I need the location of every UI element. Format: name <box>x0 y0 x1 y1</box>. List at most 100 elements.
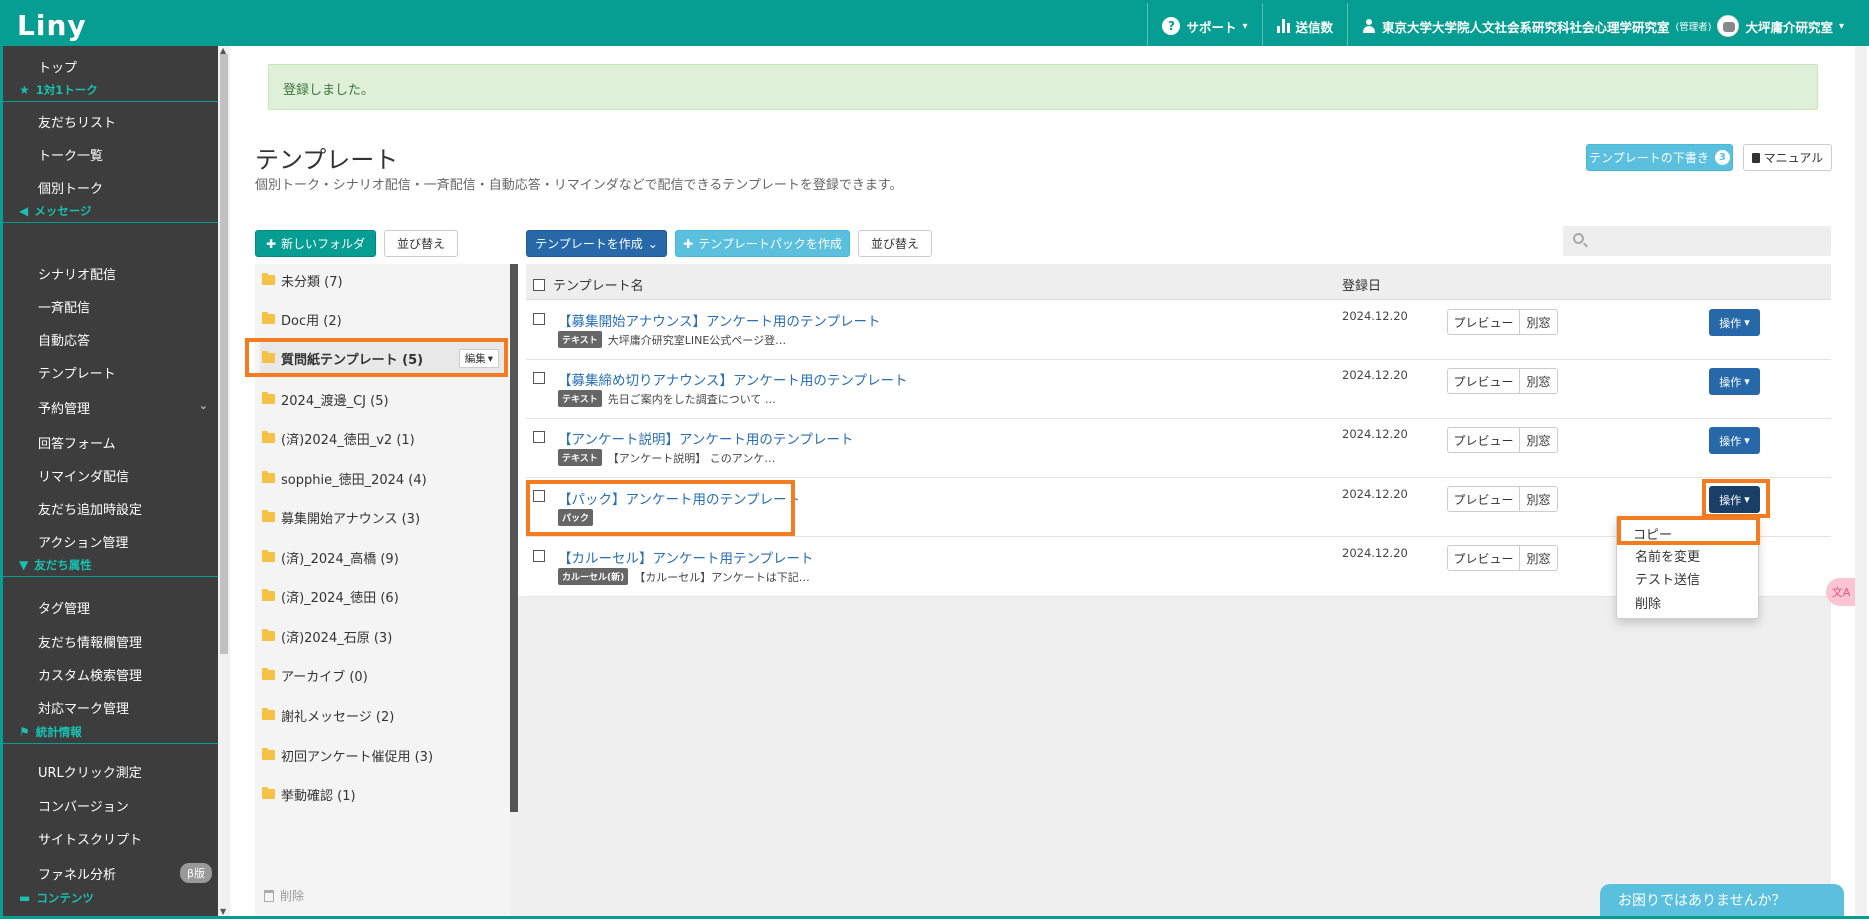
sidebar-item-funnel[interactable]: ファネル分析 <box>38 864 116 883</box>
operate-button[interactable]: 操作 ▾ <box>1709 368 1760 395</box>
row-checkbox[interactable] <box>533 550 545 562</box>
folder-item[interactable]: (済)_2024_高橋 (9) <box>260 539 505 575</box>
sidebar-item-custom-search[interactable]: カスタム検索管理 <box>38 665 142 684</box>
row-checkbox[interactable] <box>533 372 545 384</box>
sidebar-item-mark[interactable]: 対応マーク管理 <box>38 698 129 717</box>
preview-button[interactable]: プレビュー <box>1447 545 1520 571</box>
folder-item[interactable]: Doc用 (2) <box>260 301 505 337</box>
preview-button[interactable]: プレビュー <box>1447 486 1520 512</box>
popup-button[interactable]: 別窓 <box>1520 427 1558 453</box>
page-scrollbar[interactable] <box>1855 46 1867 916</box>
template-title-link[interactable]: 【パック】アンケート用のテンプレート <box>558 488 800 508</box>
folder-item[interactable]: 初回アンケート催促用 (3) <box>260 737 505 773</box>
account-menu[interactable]: 東京大学大学院人文社会系研究科社会心理学研究室 (管理者) 大坪庸介研究室 ▾ <box>1347 3 1858 49</box>
sidebar-item-auto-reply[interactable]: 自動応答 <box>38 330 90 349</box>
manual-button[interactable]: マニュアル <box>1743 144 1832 171</box>
template-summary: パック <box>558 509 594 526</box>
operate-button[interactable]: 操作 ▾ <box>1709 309 1760 336</box>
menu-item-delete[interactable]: 削除 <box>1635 593 1661 612</box>
folder-item[interactable]: 2024_渡邊_CJ (5) <box>260 381 505 417</box>
user-icon <box>1362 19 1376 33</box>
create-pack-button[interactable]: ✚ テンプレートパックを作成 <box>675 230 850 257</box>
sidebar-item-reservation[interactable]: 予約管理 <box>38 398 90 417</box>
sidebar-item-individual-talk[interactable]: 個別トーク <box>38 178 103 197</box>
sidebar-scrollbar[interactable]: ▲ ▼ <box>218 46 230 916</box>
preview-button[interactable]: プレビュー <box>1447 368 1520 394</box>
operate-button[interactable]: 操作 ▾ <box>1709 427 1760 454</box>
success-alert: 登録しました。 <box>268 64 1818 110</box>
scrollbar-thumb[interactable] <box>220 54 228 654</box>
sidebar-item-action[interactable]: アクション管理 <box>38 532 128 551</box>
search-input[interactable] <box>1563 226 1831 256</box>
template-title-link[interactable]: 【アンケート説明】アンケート用のテンプレート <box>558 428 854 448</box>
sidebar-item-broadcast[interactable]: 一斉配信 <box>38 297 90 316</box>
popup-button[interactable]: 別窓 <box>1520 486 1558 512</box>
template-title-link[interactable]: 【募集開始アナウンス】アンケート用のテンプレート <box>558 310 881 330</box>
folder-item[interactable]: (済)_2024_徳田 (6) <box>260 578 505 614</box>
popup-button[interactable]: 別窓 <box>1520 545 1558 571</box>
register-date: 2024.12.20 <box>1342 546 1408 560</box>
menu-item-copy[interactable]: コピー <box>1633 524 1672 543</box>
template-title-link[interactable]: 【カルーセル】アンケート用テンプレート <box>558 547 814 567</box>
liny-logo[interactable]: Liny <box>17 9 87 42</box>
row-checkbox[interactable] <box>533 313 545 325</box>
sidebar-item-reminder[interactable]: リマインダ配信 <box>38 466 129 485</box>
folder-item[interactable]: (済)2024_徳田_v2 (1) <box>260 420 505 456</box>
preview-button[interactable]: プレビュー <box>1447 309 1520 335</box>
sidebar-item-top[interactable]: トップ <box>38 57 77 76</box>
sidebar-item-conversion[interactable]: コンバージョン <box>38 796 129 815</box>
sort-templates-button[interactable]: 並び替え <box>858 230 932 257</box>
sidebar-item-scenario[interactable]: シナリオ配信 <box>38 264 116 283</box>
new-folder-button[interactable]: ✚ 新しいフォルダ <box>255 230 376 257</box>
folder-item[interactable]: アーカイブ (0) <box>260 657 505 693</box>
folder-item-active[interactable]: 質問紙テンプレート (5) 編集 ▾ <box>260 340 505 376</box>
plus-icon: ✚ <box>683 236 694 251</box>
folder-item[interactable]: 未分類 (7) <box>260 262 505 298</box>
sidebar-item-friend-info[interactable]: 友だち情報欄管理 <box>38 632 142 651</box>
scroll-down-icon[interactable]: ▼ <box>220 907 226 916</box>
operate-button-active[interactable]: 操作 ▾ <box>1709 486 1760 513</box>
sidebar-section-attributes: ▼ 友だち属性 <box>3 553 218 577</box>
avatar <box>1717 15 1740 37</box>
register-date: 2024.12.20 <box>1342 427 1408 441</box>
help-chat-button[interactable]: お困りではありませんか？ <box>1600 884 1844 916</box>
folder-item[interactable]: (済)2024_石原 (3) <box>260 618 505 654</box>
folder-item[interactable]: 挙動確認 (1) <box>260 776 505 812</box>
folder-label: 謝礼メッセージ (2) <box>281 709 395 725</box>
template-draft-button[interactable]: テンプレートの下書き 3 <box>1586 144 1733 171</box>
chevron-down-icon: ▾ <box>1838 20 1844 32</box>
menu-item-test-send[interactable]: テスト送信 <box>1635 569 1700 588</box>
sidebar-item-template[interactable]: テンプレート <box>38 363 116 382</box>
sidebar-item-friends-list[interactable]: 友だちリスト <box>38 112 116 131</box>
section-label: 友だち属性 <box>34 557 92 572</box>
chevron-down-icon[interactable]: ⌄ <box>199 399 208 412</box>
operate-label: 操作 <box>1719 316 1742 330</box>
sidebar-item-answer-form[interactable]: 回答フォーム <box>38 433 116 452</box>
folder-item[interactable]: 募集開始アナウンス (3) <box>260 499 505 535</box>
folder-item[interactable]: 謝礼メッセージ (2) <box>260 697 505 733</box>
folder-item[interactable]: sopphie_徳田_2024 (4) <box>260 460 505 496</box>
folder-edit-button[interactable]: 編集 ▾ <box>458 349 499 368</box>
select-all-checkbox[interactable] <box>533 278 545 291</box>
sidebar-item-site-script[interactable]: サイトスクリプト <box>38 829 142 848</box>
trash-link[interactable]: 削除 <box>264 887 304 904</box>
popup-button[interactable]: 別窓 <box>1520 309 1558 335</box>
support-menu[interactable]: ? サポート ▾ <box>1147 3 1261 49</box>
row-checkbox[interactable] <box>533 490 545 502</box>
template-title-link[interactable]: 【募集締め切りアナウンス】アンケート用のテンプレート <box>558 369 908 389</box>
sidebar-item-tag[interactable]: タグ管理 <box>38 598 90 617</box>
send-count-link[interactable]: 送信数 <box>1261 3 1348 49</box>
sidebar-item-friend-add[interactable]: 友だち追加時設定 <box>38 499 142 518</box>
sort-folders-button[interactable]: 並び替え <box>384 230 458 257</box>
menu-item-rename[interactable]: 名前を変更 <box>1635 546 1700 565</box>
translate-icon[interactable]: 文A <box>1826 578 1856 606</box>
row-checkbox[interactable] <box>533 431 545 443</box>
sidebar-item-talk-list[interactable]: トーク一覧 <box>38 145 103 164</box>
folder-scrollbar[interactable] <box>510 264 518 812</box>
create-template-button[interactable]: テンプレートを作成 ⌄ <box>526 230 667 257</box>
preview-button[interactable]: プレビュー <box>1447 427 1520 453</box>
popup-button[interactable]: 別窓 <box>1520 368 1558 394</box>
folder-icon <box>262 668 275 680</box>
sidebar-item-url-click[interactable]: URLクリック測定 <box>38 762 142 781</box>
draft-label: テンプレートの下書き <box>1589 151 1709 165</box>
